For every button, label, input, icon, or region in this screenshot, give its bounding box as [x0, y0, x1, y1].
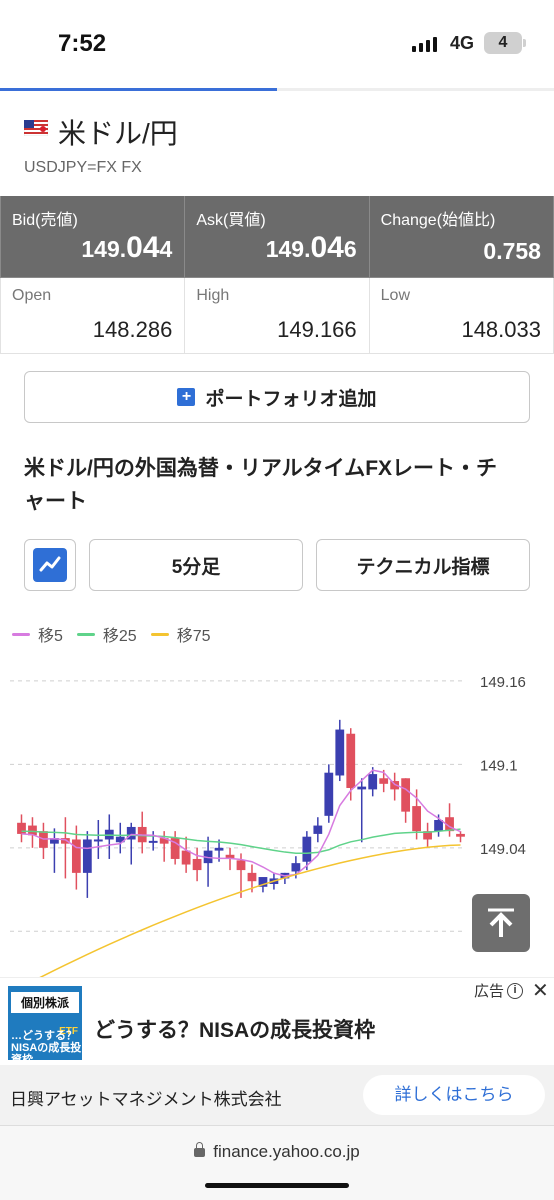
candle-body	[236, 860, 246, 871]
low-cell: Low 148.033	[369, 278, 554, 354]
candle-body	[302, 836, 312, 862]
y-tick-label: 149.16	[480, 674, 526, 691]
line-chart-icon	[33, 548, 67, 582]
candle-body	[324, 772, 334, 816]
candle-body	[401, 778, 411, 812]
quote-table: Bid(売値) 149.044 Ask(買値) 149.046 Change(始…	[0, 196, 554, 354]
candle-body	[82, 839, 92, 873]
arrow-up-icon	[488, 908, 514, 937]
us-flag-icon	[24, 120, 48, 136]
chart-type-button[interactable]	[24, 539, 76, 591]
info-icon: i	[507, 982, 524, 999]
change-cell: Change(始値比) 0.758	[369, 196, 554, 278]
open-value: 148.286	[92, 317, 173, 342]
open-cell: Open 148.286	[0, 278, 186, 354]
high-value: 149.166	[277, 317, 357, 342]
bid-value: 149.044	[81, 231, 173, 264]
status-bar: 7:52 4G 4	[0, 0, 554, 88]
ad-cta-button[interactable]: 詳しくはこちら	[363, 1075, 545, 1115]
ask-value: 149.046	[265, 231, 357, 264]
candle-body	[412, 806, 421, 832]
ad-image: 個別株派 ETF …どうする？NISAの成長投資枠	[8, 986, 82, 1060]
candle-body	[456, 833, 465, 837]
battery-icon: 4	[484, 32, 526, 54]
bid-cell: Bid(売値) 149.044	[0, 196, 186, 278]
low-label: Low	[380, 287, 411, 304]
candle-body	[247, 872, 257, 882]
candle-body	[313, 825, 323, 834]
ask-cell: Ask(買値) 149.046	[185, 196, 370, 278]
ad-banner[interactable]: 個別株派 ETF …どうする？NISAの成長投資枠 どうする？NISAの成長投資…	[0, 977, 554, 1065]
ad-sponsor-bar: 日興アセットマネジメント株式会社 詳しくはこちら	[0, 1065, 554, 1125]
lock-icon	[194, 1142, 206, 1157]
plus-icon: +	[177, 388, 196, 406]
high-label: High	[196, 287, 230, 304]
low-value: 148.033	[461, 317, 541, 342]
candle-body	[192, 858, 202, 871]
candle-body	[379, 778, 389, 784]
network-type: 4G	[450, 33, 475, 53]
url-text[interactable]: finance.yahoo.co.jp	[0, 1142, 554, 1162]
browser-url-bar[interactable]: finance.yahoo.co.jp	[0, 1125, 554, 1200]
candle-body	[17, 822, 26, 834]
ad-sponsor: 日興アセットマネジメント株式会社	[10, 1090, 282, 1109]
section-title: 米ドル/円の外国為替・リアルタイムFXレート・チャート	[24, 457, 498, 513]
technical-indicator-button[interactable]: テクニカル指標	[316, 539, 530, 591]
change-label: Change(始値比)	[380, 212, 496, 229]
add-portfolio-button[interactable]: + ポートフォリオ追加	[24, 371, 530, 423]
interval-button[interactable]: 5分足	[89, 539, 303, 591]
ad-tag[interactable]: 広告 i	[474, 980, 524, 1001]
symbol-code: USDJPY=FX FX	[24, 159, 142, 176]
clock: 7:52	[58, 30, 107, 57]
y-tick-label: 149.1	[480, 757, 518, 774]
price-chart[interactable]: 149.16149.1149.04148.98	[0, 660, 554, 980]
high-cell: High 149.166	[185, 278, 370, 354]
open-label: Open	[12, 287, 52, 304]
candle-body	[434, 820, 443, 832]
legend-ma75: 移75	[150, 622, 211, 646]
ask-label: Ask(買値)	[196, 212, 266, 229]
candle-body	[148, 840, 158, 843]
close-icon[interactable]: ✕	[532, 978, 549, 1003]
candle-body	[93, 839, 103, 842]
candle-body	[368, 774, 378, 790]
ad-headline: どうする？NISAの成長投資枠	[94, 1019, 376, 1042]
bid-label: Bid(売値)	[12, 212, 78, 229]
home-indicator	[205, 1183, 349, 1188]
candle-body	[291, 863, 301, 872]
y-tick-label: 149.04	[480, 841, 526, 858]
change-value: 0.758	[483, 238, 541, 264]
candle-body	[214, 847, 224, 851]
chart-legend: 移5 移25 移75	[12, 622, 211, 646]
add-portfolio-label: ポートフォリオ追加	[205, 388, 377, 410]
scroll-to-top-button[interactable]	[472, 894, 530, 952]
signal-icon	[412, 36, 437, 52]
page-load-progress	[0, 88, 554, 91]
candle-body	[335, 729, 345, 776]
page-title: 米ドル/円	[58, 118, 178, 149]
candle-body	[346, 733, 356, 788]
legend-ma5: 移5	[12, 622, 63, 646]
legend-ma25: 移25	[76, 622, 137, 646]
candle-body	[357, 786, 367, 790]
candle-body	[181, 850, 191, 865]
